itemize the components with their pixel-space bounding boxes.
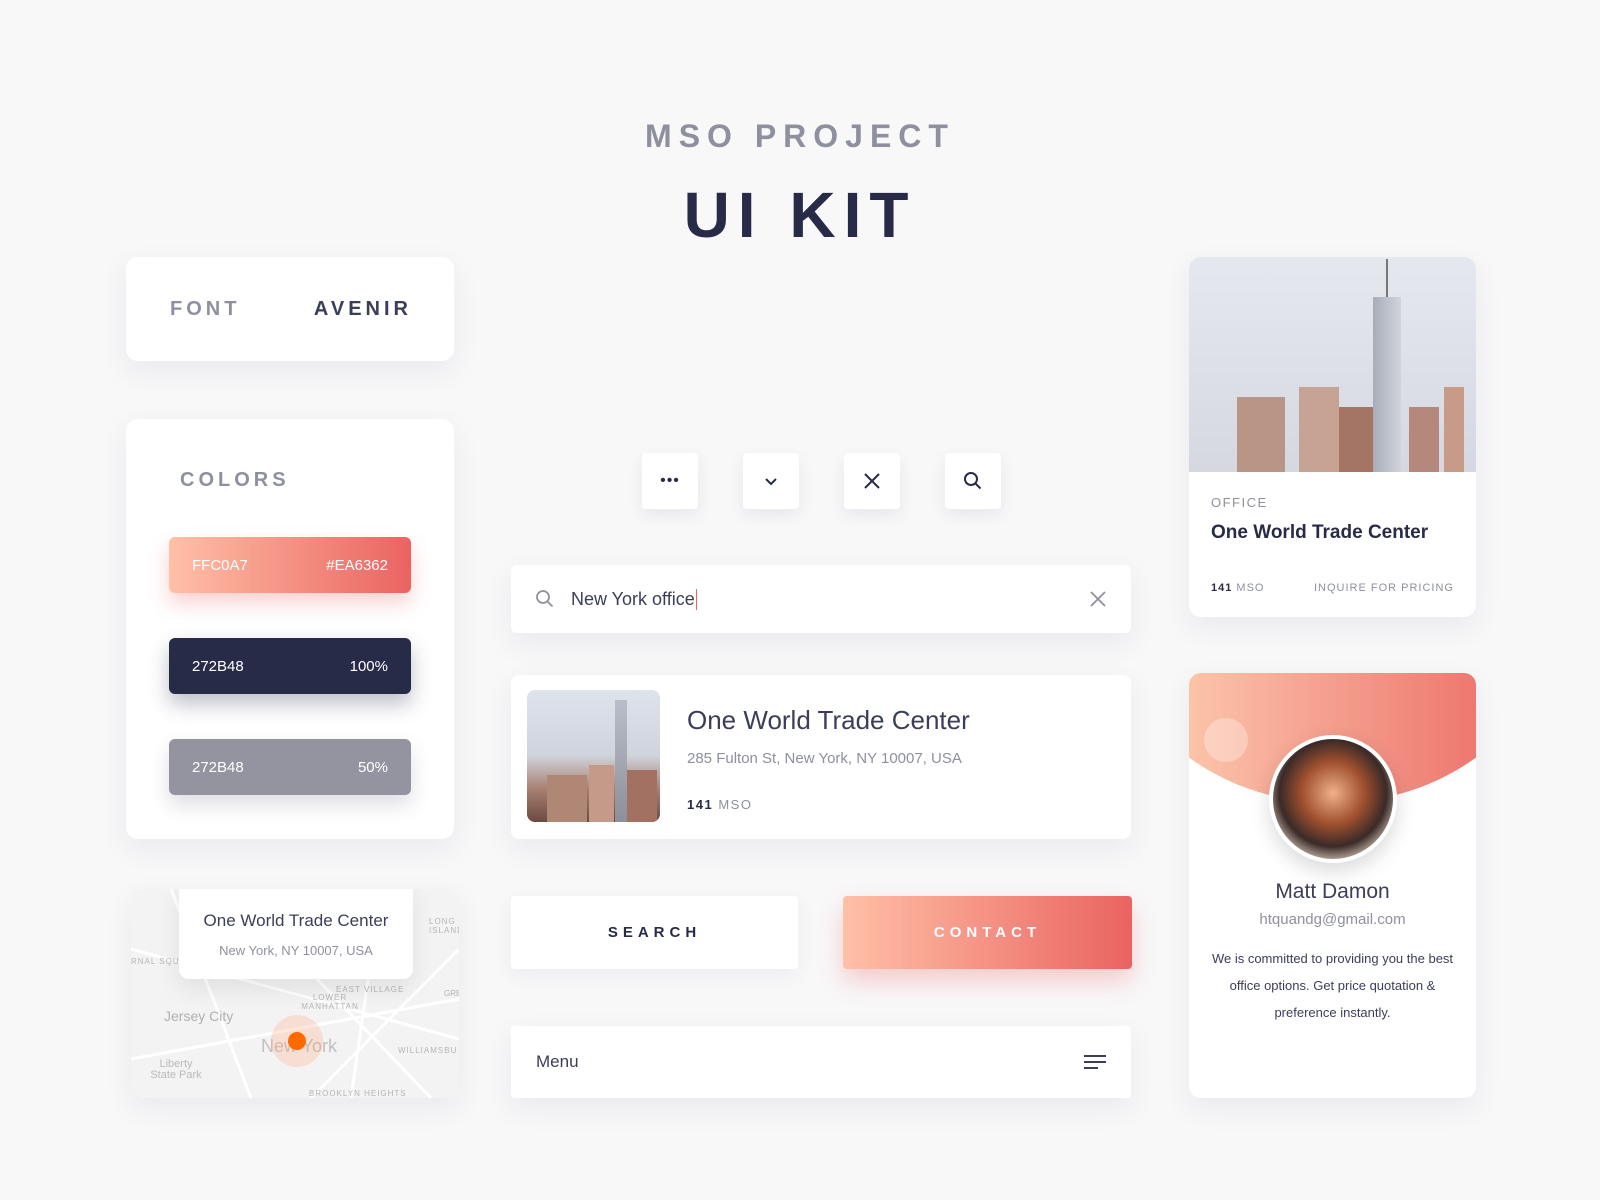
map-label: GRE: [444, 989, 459, 998]
decor-circle: [1204, 718, 1248, 762]
result-unit: MSO: [718, 797, 753, 812]
map-title: One World Trade Center: [203, 911, 389, 930]
profile-card: Matt Damon htquandg@gmail.com We is comm…: [1189, 673, 1476, 1098]
menu-bar[interactable]: Menu: [511, 1026, 1131, 1098]
dropdown-button[interactable]: [743, 453, 799, 509]
profile-email[interactable]: htquandg@gmail.com: [1189, 911, 1476, 928]
map-tooltip: One World Trade Center New York, NY 1000…: [179, 889, 413, 979]
result-title[interactable]: One World Trade Center: [687, 705, 970, 736]
map-label: Liberty State Park: [150, 1058, 202, 1081]
swatch-gradient: FFC0A7 #EA6362: [169, 537, 411, 593]
profile-name: Matt Damon: [1275, 880, 1390, 903]
page-title: UI KIT: [683, 179, 917, 251]
swatch-opacity: 50%: [357, 758, 388, 776]
map-label: RNAL SQUA: [131, 957, 186, 966]
search-input[interactable]: New York office: [571, 588, 697, 610]
result-address: 285 Fulton St, New York, NY 10007, USA: [687, 750, 962, 767]
colors-card: COLORS FFC0A7 #EA6362 272B48 100% 272B48 50…: [126, 419, 454, 839]
search-icon: [964, 472, 982, 490]
menu-label: Menu: [536, 1052, 579, 1071]
close-icon: [864, 473, 880, 489]
map-card[interactable]: Jersey City New York LOWER MANHATTAN EAS…: [131, 889, 459, 1098]
avatar: [1269, 735, 1397, 863]
map-pin[interactable]: [288, 1032, 306, 1050]
map-label: LOWER MANHATTAN: [301, 993, 359, 1011]
office-count: 141: [1211, 582, 1233, 594]
result-count: 141: [687, 797, 714, 812]
font-label: FONT: [170, 297, 241, 320]
map-label: WILLIAMSBU: [398, 1046, 458, 1055]
building-image: [527, 690, 660, 822]
office-unit: MSO: [1236, 582, 1265, 594]
swatch-dark: 272B48 100%: [169, 638, 411, 694]
colors-label: COLORS: [180, 469, 290, 491]
subtitle: MSO PROJECT: [645, 118, 955, 154]
office-card[interactable]: OFFICE One World Trade Center 141 MSO IN…: [1189, 257, 1476, 617]
inquire-link[interactable]: INQUIRE FOR PRICING: [1314, 582, 1454, 594]
contact-button[interactable]: CONTACT: [843, 896, 1132, 969]
office-category: OFFICE: [1211, 495, 1268, 510]
result-card[interactable]: One World Trade Center 285 Fulton St, Ne…: [511, 675, 1131, 839]
search-button[interactable]: SEARCH: [511, 896, 798, 969]
map-label: EAST VILLAGE: [336, 985, 405, 994]
swatch-gray: 272B48 50%: [169, 739, 411, 795]
map-label: Jersey City: [164, 1008, 234, 1024]
font-card: FONT AVENIR: [126, 257, 454, 361]
map-label: LONG ISLAND: [429, 917, 459, 935]
search-button-icon[interactable]: [945, 453, 1001, 509]
search-icon: [536, 590, 554, 608]
font-value: AVENIR: [313, 297, 412, 320]
map-address: New York, NY 10007, USA: [219, 943, 373, 958]
clear-icon[interactable]: [1089, 590, 1107, 608]
search-bar[interactable]: New York office: [511, 565, 1131, 633]
office-title[interactable]: One World Trade Center: [1211, 522, 1428, 544]
swatch-code: #EA6362: [326, 556, 388, 574]
chevron-down-icon: [765, 478, 777, 486]
map-label: BROOKLYN HEIGHTS: [309, 1089, 407, 1098]
menu-icon[interactable]: [1084, 1054, 1106, 1070]
swatch-code: 272B48: [192, 657, 244, 675]
swatch-code: 272B48: [192, 758, 244, 776]
more-button[interactable]: •••: [642, 453, 698, 509]
swatch-opacity: 100%: [349, 657, 388, 675]
profile-bio: We is committed to providing you the bes…: [1211, 951, 1454, 1020]
office-image: [1189, 257, 1476, 472]
swatch-code: FFC0A7: [192, 556, 248, 574]
more-icon: •••: [660, 472, 680, 489]
close-button[interactable]: [844, 453, 900, 509]
